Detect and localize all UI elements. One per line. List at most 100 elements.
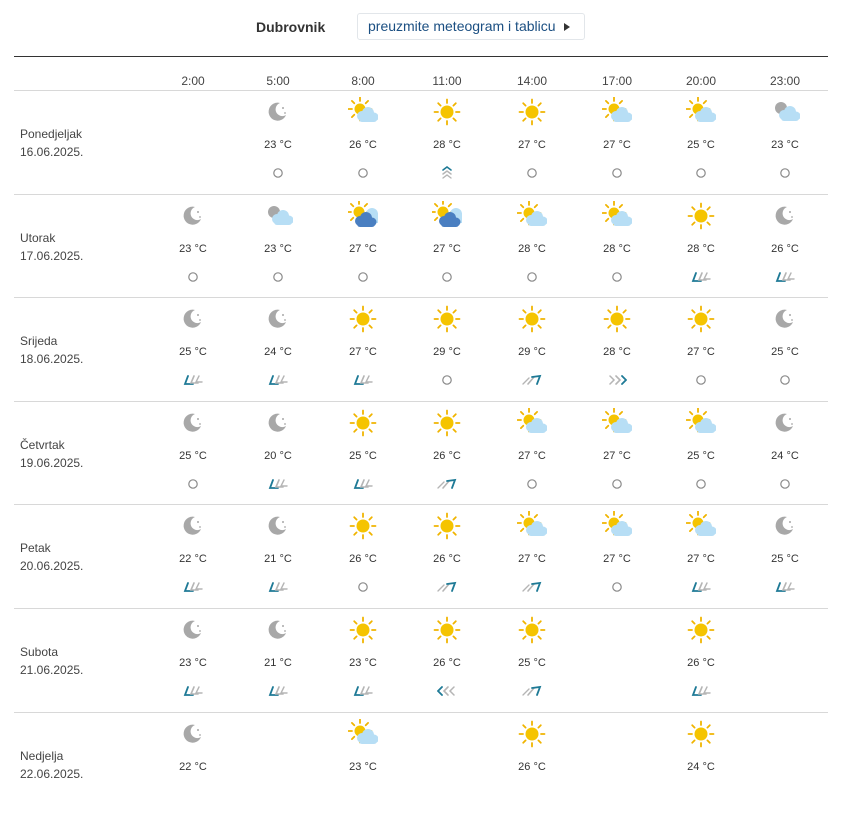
wind-southwest-icon: [183, 686, 203, 696]
wind-southwest-icon: [268, 582, 288, 593]
sun-icon: [433, 616, 461, 644]
temperature-value: 24 °C: [687, 760, 715, 773]
sun-cloud-icon: [686, 511, 716, 537]
forecast-cell: 25 °C: [502, 609, 562, 713]
temperature-value: 25 °C: [518, 657, 546, 669]
forecast-cell: 29 °C: [502, 298, 562, 402]
sun-icon: [518, 305, 546, 333]
forecast-cell: 25 °C: [755, 298, 815, 402]
sun-icon: [349, 512, 377, 540]
forecast-cell: 25 °C: [755, 505, 815, 609]
calm-wind-icon: [696, 375, 706, 385]
wind-southwest-icon: [268, 686, 288, 696]
wind-northeast-icon: [437, 582, 457, 593]
calm-wind-icon: [780, 168, 790, 178]
calm-wind-icon: [527, 478, 537, 489]
day-label: Subota 21.06.2025.: [20, 643, 83, 679]
wind-northeast-icon: [437, 478, 457, 489]
wind-east-icon: [609, 375, 627, 386]
temperature-value: 27 °C: [433, 242, 461, 255]
wind-northeast-icon: [522, 685, 542, 696]
forecast-cell: 24 °C: [248, 298, 308, 402]
forecast-cell: 27 °C: [587, 402, 647, 506]
calm-wind-icon: [527, 168, 537, 178]
forecast-cell: 21 °C: [248, 609, 308, 713]
sun-icon: [349, 616, 377, 644]
day-row: Ponedjeljak 16.06.2025. 23 °C 26 °C 28 °C 27 …: [0, 91, 852, 195]
sun-icon: [433, 305, 461, 333]
calm-wind-icon: [696, 168, 706, 178]
temperature-value: 29 °C: [433, 346, 461, 359]
forecast-cell: 27 °C: [502, 505, 562, 609]
moon-icon: [775, 309, 793, 328]
hour-label: 14:00: [516, 74, 548, 88]
moon-cloud-icon: [775, 102, 800, 121]
forecast-cell: 29 °C: [417, 298, 477, 402]
moon-icon: [183, 517, 201, 536]
forecast-cell: 25 °C: [671, 91, 731, 195]
sun-cloud-icon: [517, 407, 547, 433]
temperature-value: 25 °C: [179, 346, 207, 359]
sun-cloud-icon: [602, 407, 632, 433]
forecast-cell: 22 °C: [163, 713, 223, 817]
sun-icon: [433, 512, 461, 540]
forecast-cell: 23 °C: [333, 713, 393, 817]
day-row: Petak 20.06.2025. 22 °C 21 °C 26 °C 26 °C 27 °…: [0, 505, 852, 609]
top-bar: Dubrovnik preuzmite meteogram i tablicu: [0, 0, 852, 56]
temperature-value: 21 °C: [264, 553, 292, 566]
temperature-value: 28 °C: [687, 242, 715, 255]
temperature-value: 27 °C: [687, 553, 715, 566]
temperature-value: 27 °C: [518, 553, 546, 566]
temperature-value: 26 °C: [433, 553, 461, 566]
forecast-cell: 23 °C: [163, 195, 223, 299]
forecast-cell: 27 °C: [502, 91, 562, 195]
moon-icon: [775, 413, 793, 432]
forecast-cell: 26 °C: [417, 505, 477, 609]
wind-southwest-icon: [268, 478, 288, 489]
temperature-value: 22 °C: [179, 760, 207, 773]
sun-cloud-icon: [602, 511, 632, 537]
wind-north-icon: [442, 166, 452, 179]
wind-southwest-icon: [268, 375, 288, 386]
table-top-divider: [14, 56, 828, 57]
forecast-cell: 28 °C: [502, 195, 562, 299]
calm-wind-icon: [188, 271, 198, 282]
wind-southwest-icon: [691, 582, 711, 593]
wind-southwest-icon: [353, 686, 373, 696]
moon-icon: [183, 206, 201, 225]
calm-wind-icon: [358, 271, 368, 282]
hour-label: 20:00: [685, 74, 717, 88]
forecast-cell: 26 °C: [333, 505, 393, 609]
day-date: 20.06.2025.: [20, 559, 84, 574]
hour-label: 8:00: [351, 74, 375, 88]
moon-icon: [268, 102, 286, 121]
forecast-cell: 27 °C: [587, 91, 647, 195]
sun-icon: [518, 98, 546, 126]
download-meteogram-button[interactable]: preuzmite meteogram i tablicu: [357, 13, 585, 40]
forecast-cell: 26 °C: [671, 609, 731, 713]
forecast-cell: 27 °C: [417, 195, 477, 299]
sun-cloud-icon: [602, 97, 632, 122]
day-row: Srijeda 18.06.2025. 25 °C 24 °C 27 °C 29 °C 29…: [0, 298, 852, 402]
temperature-value: 23 °C: [771, 139, 799, 151]
temperature-value: 26 °C: [349, 553, 377, 566]
forecast-cell: 24 °C: [671, 713, 731, 817]
day-name: Nedjelja: [20, 748, 64, 763]
sun-cloud-icon: [348, 718, 378, 744]
hour-label: 17:00: [601, 74, 633, 88]
temperature-value: 23 °C: [349, 760, 377, 773]
day-row: Nedjelja 22.06.2025. 22 °C 23 °C 26 °C 24 °C: [0, 713, 852, 817]
forecast-cell: 26 °C: [417, 402, 477, 506]
wind-southwest-icon: [691, 686, 711, 696]
temperature-value: 20 °C: [264, 449, 292, 462]
day-name: Srijeda: [20, 334, 58, 349]
wind-southwest-icon: [183, 375, 203, 386]
forecast-cell: 25 °C: [163, 402, 223, 506]
day-date: 21.06.2025.: [20, 663, 84, 677]
forecast-cell: 21 °C: [248, 505, 308, 609]
moon-icon: [183, 309, 201, 328]
temperature-value: 25 °C: [179, 449, 207, 462]
forecast-cell: 26 °C: [502, 713, 562, 817]
calm-wind-icon: [442, 375, 452, 385]
sun-cloud-icon: [602, 200, 632, 226]
